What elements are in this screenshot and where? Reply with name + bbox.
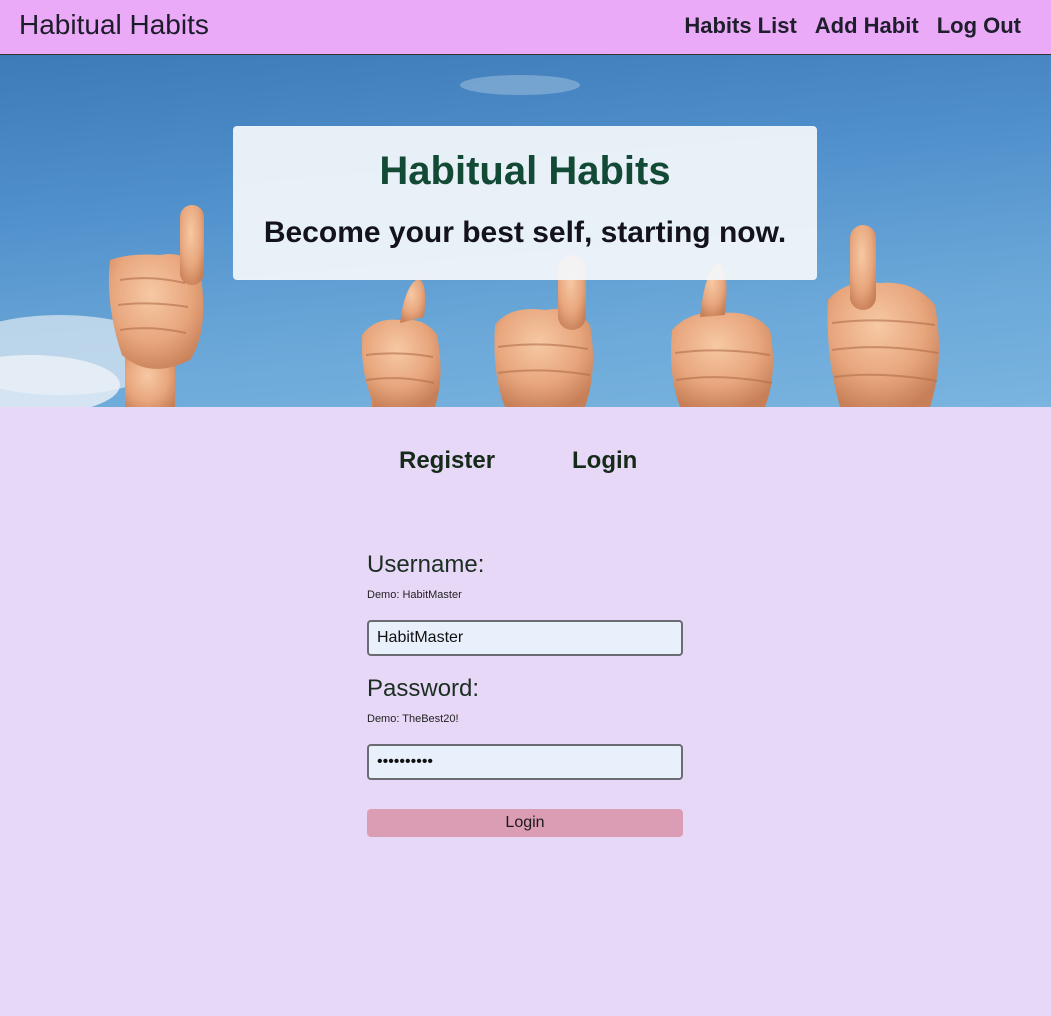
password-label: Password: bbox=[367, 675, 480, 702]
tab-login[interactable]: Login bbox=[572, 447, 637, 475]
login-button[interactable]: Login bbox=[367, 809, 683, 837]
nav-link-log-out[interactable]: Log Out bbox=[937, 13, 1021, 39]
username-label: Username: bbox=[367, 551, 485, 578]
tab-register[interactable]: Register bbox=[399, 447, 495, 475]
hero-subtitle: Become your best self, starting now. bbox=[263, 216, 787, 249]
username-hint: Demo: HabitMaster bbox=[367, 589, 462, 601]
hero-banner: Habitual Habits Become your best self, s… bbox=[0, 55, 1051, 407]
password-input[interactable] bbox=[367, 744, 683, 780]
navbar: Habitual Habits Habits List Add Habit Lo… bbox=[0, 0, 1051, 55]
nav-link-habits-list[interactable]: Habits List bbox=[684, 13, 796, 39]
nav-links: Habits List Add Habit Log Out bbox=[666, 13, 1021, 39]
brand-link[interactable]: Habitual Habits bbox=[19, 9, 209, 41]
hero-card: Habitual Habits Become your best self, s… bbox=[233, 126, 817, 280]
hero-title: Habitual Habits bbox=[379, 149, 671, 193]
password-hint: Demo: TheBest20! bbox=[367, 713, 459, 725]
username-input[interactable] bbox=[367, 620, 683, 656]
nav-link-add-habit[interactable]: Add Habit bbox=[815, 13, 919, 39]
